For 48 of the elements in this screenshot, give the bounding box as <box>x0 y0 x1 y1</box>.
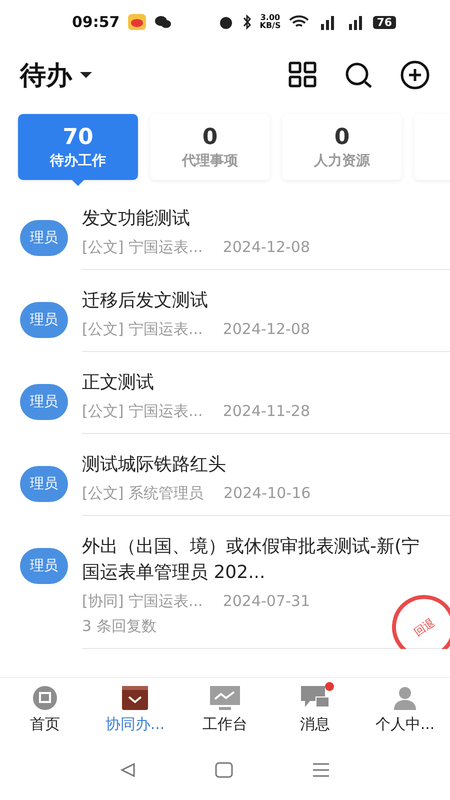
avatar: 理员 <box>20 220 68 256</box>
summary-card[interactable]: 0 代理事项 <box>150 114 270 180</box>
pointer-icon <box>72 180 84 186</box>
alarm-icon <box>218 14 234 30</box>
home-icon <box>32 684 58 710</box>
item-title[interactable]: 外出（出国、境）或休假审批表测试-新(宁国运表单管理员 202... <box>82 534 430 586</box>
tab-bar-item[interactable]: 首页 <box>0 678 90 740</box>
page-title[interactable]: 待办 <box>20 58 72 92</box>
avatar: 理员 <box>20 384 68 420</box>
item-date: 2024-10-16 <box>224 484 311 503</box>
monitor-icon <box>209 684 241 710</box>
person-icon <box>392 684 418 710</box>
item-category: [公文] 系统管理员 <box>82 484 204 503</box>
bluetooth-icon <box>242 14 252 30</box>
summary-card[interactable]: 0 人力资源 <box>282 114 402 180</box>
avatar: 理员 <box>20 548 68 584</box>
item-date: 2024-12-08 <box>222 238 310 257</box>
avatar: 理员 <box>20 466 68 502</box>
caret-icon[interactable] <box>80 71 92 79</box>
search-icon[interactable] <box>344 61 374 89</box>
reply-count: 3 条回复数 <box>82 617 156 636</box>
item-category: [公文] 宁国运表... <box>82 402 203 421</box>
avatar: 理员 <box>20 302 68 338</box>
item-category: [协同] 宁国运表... <box>82 592 203 611</box>
grid-icon[interactable] <box>288 61 318 89</box>
network-speed: 3.00 <box>260 14 280 22</box>
home-button-icon[interactable] <box>214 762 233 778</box>
tab-bar-item[interactable]: 消息 <box>270 678 360 740</box>
menu-icon[interactable] <box>312 762 330 778</box>
speed-unit: KB/S <box>260 22 281 30</box>
item-date: 2024-07-31 <box>222 592 310 611</box>
item-title[interactable]: 发文功能测试 <box>82 206 430 232</box>
item-title[interactable]: 迁移后发文测试 <box>82 288 430 314</box>
item-category: [公文] 宁国运表... <box>82 238 203 257</box>
item-category: [公文] 宁国运表... <box>82 320 203 339</box>
tab-bar-item[interactable]: 协同办... <box>90 678 180 740</box>
item-title[interactable]: 测试城际铁路红头 <box>82 452 430 478</box>
briefcase-icon <box>121 684 149 710</box>
item-title[interactable]: 正文测试 <box>82 370 430 396</box>
item-date: 2024-12-08 <box>222 320 310 339</box>
item-date: 2024-11-28 <box>222 402 310 421</box>
battery-level: 76 <box>372 16 396 28</box>
tab-bar-item[interactable]: 个人中... <box>360 678 450 740</box>
add-icon[interactable] <box>400 60 430 90</box>
summary-card[interactable]: 70 待办工作 <box>18 114 138 180</box>
tab-bar-item[interactable]: 工作台 <box>180 678 270 740</box>
back-icon[interactable] <box>120 762 136 778</box>
clock: 09:57 <box>72 13 120 31</box>
